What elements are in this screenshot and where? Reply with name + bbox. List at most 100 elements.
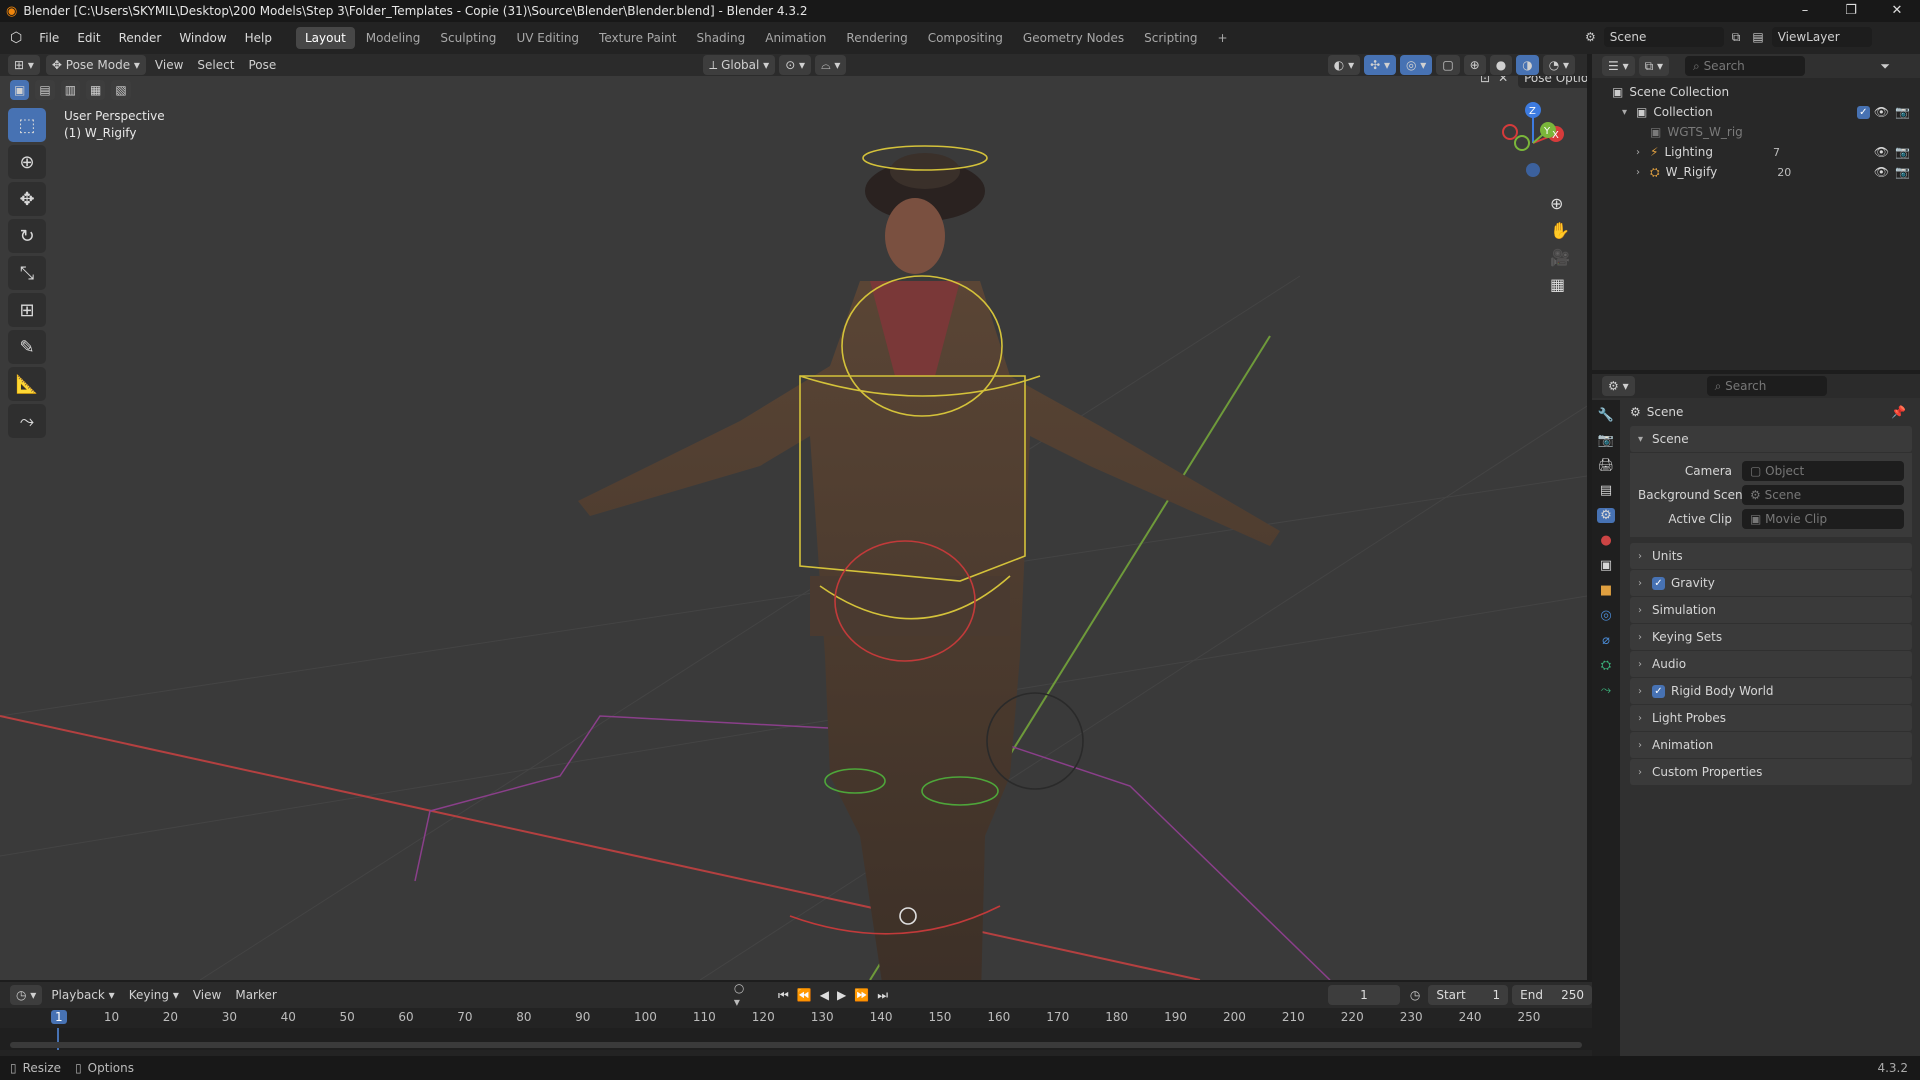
overlay-toggle[interactable]: ◎ ▾	[1400, 55, 1433, 75]
filter-icon[interactable]: ⏷	[1880, 59, 1890, 74]
pan-hand-icon[interactable]: ✋	[1550, 221, 1570, 240]
clear-icon[interactable]: ✕	[1498, 76, 1508, 85]
tab-layout[interactable]: Layout	[296, 27, 355, 49]
new-scene-icon[interactable]: ⧉	[1732, 30, 1741, 45]
shading-wireframe[interactable]: ⊕	[1463, 55, 1486, 75]
add-workspace-button[interactable]: +	[1209, 27, 1237, 49]
tool-tab-icon[interactable]: 🔧	[1598, 408, 1614, 423]
ortho-toggle-icon[interactable]: ▦	[1550, 275, 1570, 294]
section-custom-properties[interactable]: › Custom Properties	[1630, 759, 1912, 785]
eye-icon[interactable]: 👁	[1874, 165, 1889, 179]
tab-shading[interactable]: Shading	[687, 27, 754, 49]
mode-dropdown[interactable]: ✥ Pose Mode ▾	[45, 55, 146, 75]
rotate-icon[interactable]: ↻	[8, 219, 46, 253]
tab-rendering[interactable]: Rendering	[837, 27, 916, 49]
list-item[interactable]: › ⛭ W_Rigify 20 👁 📷	[1612, 162, 1920, 182]
section-audio[interactable]: › Audio	[1630, 651, 1912, 677]
zoom-icon[interactable]: ⊕	[1550, 194, 1570, 213]
menu-select[interactable]: Select	[190, 55, 241, 75]
properties-search[interactable]: ⌕ Search	[1706, 376, 1827, 396]
select-box-icon[interactable]: ⬚	[8, 108, 46, 142]
scene-field[interactable]: Scene	[1603, 27, 1724, 47]
list-item[interactable]: ▣ WGTS_W_rig	[1612, 122, 1920, 142]
navigation-gizmo[interactable]: Z X Y	[1488, 98, 1578, 188]
jump-end-icon[interactable]: ⏭	[877, 988, 888, 1003]
jump-start-icon[interactable]: ⏮	[778, 988, 789, 1003]
outliner-display-mode[interactable]: ⧉ ▾	[1638, 56, 1670, 76]
play-icon[interactable]: ▶	[837, 988, 846, 1003]
select-invert-icon[interactable]: ▦	[86, 80, 106, 100]
pose-options-dropdown[interactable]: Pose Options ▾	[1518, 76, 1587, 88]
pin-icon[interactable]: 📌	[1891, 405, 1906, 419]
annotate-icon[interactable]: ✎	[8, 330, 46, 364]
menu-keying[interactable]: Keying ▾	[122, 985, 186, 1005]
select-intersect-icon[interactable]: ▧	[111, 80, 131, 100]
close-window-button[interactable]: ✕	[1874, 0, 1920, 22]
3d-viewport[interactable]: User Perspective (1) W_Rigify ⊡ ✕ Pose O…	[0, 76, 1587, 980]
menu-playback[interactable]: Playback ▾	[44, 985, 121, 1005]
section-simulation[interactable]: › Simulation	[1630, 597, 1912, 623]
section-units[interactable]: › Units	[1630, 543, 1912, 569]
blender-menu-icon[interactable]: ⬡	[10, 30, 22, 46]
properties-editor-type[interactable]: ⚙ ▾	[1602, 376, 1635, 396]
menu-timeline-view[interactable]: View	[186, 985, 228, 1005]
start-frame-field[interactable]: Start 1	[1428, 985, 1509, 1005]
next-key-icon[interactable]: ⏩	[854, 988, 869, 1003]
constraints-tab-icon[interactable]: ⌀	[1602, 633, 1610, 648]
tab-scripting[interactable]: Scripting	[1135, 27, 1206, 49]
outliner-search[interactable]: ⌕ Search	[1685, 56, 1806, 76]
timeline-track[interactable]	[0, 1028, 1592, 1050]
physics-tab-icon[interactable]: ◎	[1600, 608, 1611, 623]
active-clip-field[interactable]: ▣ Movie Clip	[1742, 509, 1904, 529]
section-animation[interactable]: › Animation	[1630, 732, 1912, 758]
measure-icon[interactable]: 📐	[8, 367, 46, 401]
scene-panel-header[interactable]: ▾ Scene	[1630, 426, 1912, 452]
select-extend-icon[interactable]: ▤	[35, 80, 55, 100]
menu-help[interactable]: Help	[236, 22, 281, 54]
end-frame-field[interactable]: End 250	[1512, 985, 1592, 1005]
camera-view-icon[interactable]: 🎥	[1550, 248, 1570, 267]
menu-file[interactable]: File	[30, 22, 68, 54]
orientation-dropdown[interactable]: ⟂ Global ▾	[703, 55, 776, 75]
clock-icon[interactable]: ◷	[1410, 988, 1420, 1002]
cursor-icon[interactable]: ⊕	[8, 145, 46, 179]
scale-icon[interactable]: ⤡	[8, 256, 46, 290]
menu-pose[interactable]: Pose	[241, 55, 283, 75]
world-tab-icon[interactable]: ●	[1600, 533, 1611, 548]
object-tab-icon[interactable]: ■	[1600, 583, 1612, 598]
timeline-scrollbar[interactable]	[10, 1042, 1582, 1048]
background-scene-field[interactable]: ⚙ Scene	[1742, 485, 1904, 505]
camera-render-icon[interactable]: 📷	[1895, 145, 1910, 159]
rigid-body-checkbox[interactable]: ✓	[1652, 684, 1665, 698]
transform-icon[interactable]: ⊞	[8, 293, 46, 327]
menu-view[interactable]: View	[148, 55, 190, 75]
section-light-probes[interactable]: › Light Probes	[1630, 705, 1912, 731]
exclude-checkbox[interactable]: ✓	[1856, 105, 1870, 119]
tab-animation[interactable]: Animation	[756, 27, 835, 49]
bone-tab-icon[interactable]: ⤳	[1601, 683, 1611, 698]
section-keying-sets[interactable]: › Keying Sets	[1630, 624, 1912, 650]
visibility-dropdown[interactable]: ◐ ▾	[1327, 55, 1361, 75]
list-item[interactable]: › ⚡ Lighting 7 👁 📷	[1612, 142, 1920, 162]
camera-render-icon[interactable]: 📷	[1895, 165, 1910, 179]
move-icon[interactable]: ✥	[8, 182, 46, 216]
current-frame-field[interactable]: 1	[1328, 985, 1400, 1005]
play-reverse-icon[interactable]: ◀	[820, 988, 829, 1003]
tab-modeling[interactable]: Modeling	[357, 27, 430, 49]
xray-toggle[interactable]: ▢	[1436, 55, 1460, 75]
snap-toggle[interactable]: ⌓ ▾	[815, 55, 847, 75]
eye-icon[interactable]: 👁	[1874, 105, 1889, 119]
output-tab-icon[interactable]: 🖨	[1598, 458, 1615, 473]
autokey-icon[interactable]: ○ ▾	[734, 981, 750, 1009]
tab-sculpting[interactable]: Sculpting	[431, 27, 505, 49]
menu-marker[interactable]: Marker	[228, 985, 283, 1005]
eye-icon[interactable]: 👁	[1874, 145, 1889, 159]
transform-affect-icon[interactable]: ⊡	[1480, 76, 1490, 85]
select-new-icon[interactable]: ▣	[10, 80, 30, 100]
bone-icon[interactable]: ⤳	[8, 404, 46, 438]
tab-compositing[interactable]: Compositing	[919, 27, 1012, 49]
camera-field[interactable]: ▢ Object	[1742, 461, 1904, 481]
outliner-editor-type[interactable]: ☰ ▾	[1602, 56, 1635, 76]
section-rigid-body-world[interactable]: › ✓ Rigid Body World	[1630, 678, 1912, 704]
shading-solid[interactable]: ●	[1489, 55, 1513, 75]
